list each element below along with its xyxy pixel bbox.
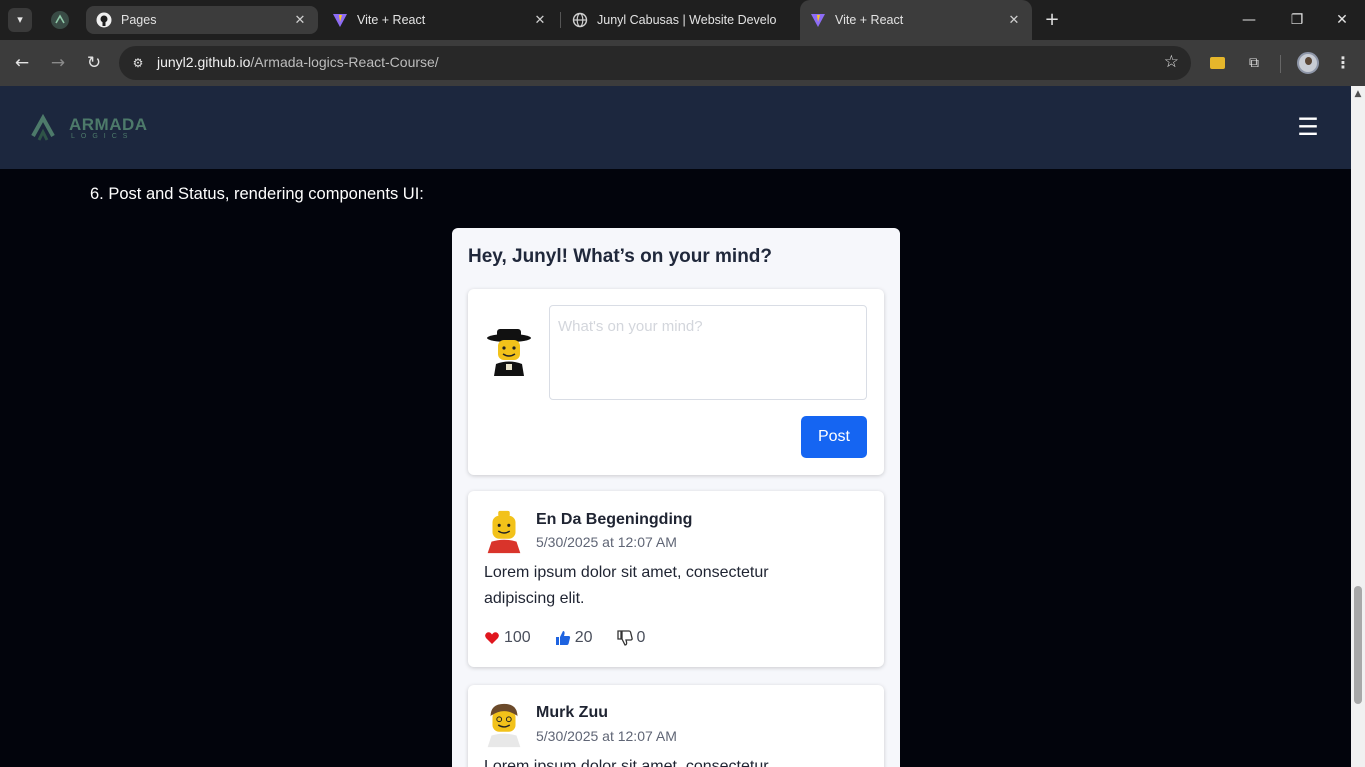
thumbs-down-icon [616, 630, 633, 646]
tab-pages[interactable]: Pages ✕ [86, 6, 318, 34]
hamburger-menu-icon[interactable]: ☰ [1297, 115, 1319, 139]
extension-icon[interactable] [1206, 52, 1228, 74]
tab-group-icon[interactable] [51, 11, 69, 29]
logo-subtext: LOGICS [71, 133, 134, 140]
post-author: Murk Zuu [536, 704, 608, 721]
logo-text: ARMADA [69, 115, 148, 134]
github-icon [96, 12, 112, 28]
composer-greeting: Hey, Junyl! What’s on your mind? [468, 246, 773, 267]
toolbar-separator [1280, 55, 1281, 73]
like-count: 20 [574, 629, 593, 646]
site-info-icon[interactable]: ⚙ [129, 54, 147, 72]
heart-icon [485, 632, 499, 644]
close-icon[interactable]: ✕ [1006, 12, 1022, 28]
scrollbar-thumb[interactable] [1354, 586, 1362, 704]
lego-avatar-hat [487, 329, 531, 376]
thumbs-up-icon [555, 631, 570, 645]
tab-title: Vite + React [835, 13, 904, 27]
close-window-button[interactable]: ✕ [1330, 8, 1354, 32]
armada-logo[interactable]: ARMADA LOGICS [31, 113, 161, 144]
status-panel: Hey, Junyl! What’s on your mind? Post [452, 228, 900, 767]
status-input[interactable] [549, 305, 867, 400]
profile-avatar[interactable] [1297, 52, 1319, 74]
bookmark-star-icon[interactable]: ☆ [1164, 52, 1179, 72]
page-scrollbar[interactable]: ▲ [1351, 86, 1365, 767]
dislike-count: 0 [636, 629, 646, 646]
like-reaction-button[interactable]: 20 [555, 629, 593, 647]
tab-vite-react[interactable]: Vite + React ✕ [322, 6, 558, 34]
logo-mark-icon [31, 113, 55, 141]
post-timestamp: 5/30/2025 at 12:07 AM [536, 728, 677, 744]
dislike-reaction-button[interactable]: 0 [616, 629, 646, 647]
new-tab-button[interactable]: + [1041, 8, 1063, 32]
post-card: Murk Zuu 5/30/2025 at 12:07 AM Lorem ips… [468, 685, 884, 767]
forward-button[interactable]: → [46, 51, 70, 75]
post-body: Lorem ipsum dolor sit amet, consectetur … [484, 564, 769, 607]
vite-icon [333, 14, 347, 27]
address-bar[interactable]: ⚙ junyl2.github.io/Armada-logics-React-C… [119, 46, 1191, 80]
browser-menu-icon[interactable]: ⋮ [1332, 52, 1354, 74]
tab-search-button[interactable]: ▾ [8, 8, 32, 32]
post-author: En Da Begeningding [536, 511, 693, 528]
post-reactions: 100 20 0 [484, 629, 669, 647]
post-body: Lorem ipsum dolor sit amet, consectetur [484, 758, 769, 767]
globe-icon [572, 12, 588, 28]
heart-count: 100 [504, 629, 531, 646]
vite-icon [811, 14, 825, 27]
post-timestamp: 5/30/2025 at 12:07 AM [536, 534, 677, 550]
back-button[interactable]: ← [10, 51, 34, 75]
close-icon[interactable]: ✕ [292, 12, 308, 28]
close-icon[interactable]: ✕ [532, 12, 548, 28]
post-card: En Da Begeningding 5/30/2025 at 12:07 AM… [468, 491, 884, 667]
tab-vite-react-active[interactable]: Vite + React ✕ [800, 0, 1032, 40]
tab-title: Vite + React [357, 13, 426, 27]
minimize-button[interactable]: — [1237, 8, 1261, 32]
restore-button[interactable]: ❐ [1285, 8, 1309, 32]
lego-avatar-hair [487, 703, 521, 748]
heart-reaction-button[interactable]: 100 [484, 629, 531, 647]
site-header: ARMADA LOGICS ☰ [0, 86, 1351, 169]
tab-portfolio[interactable]: Junyl Cabusas | Website Develo [562, 6, 796, 34]
tab-title: Pages [121, 13, 157, 27]
browser-toolbar: ← → ↻ ⚙ junyl2.github.io/Armada-logics-R… [0, 40, 1365, 86]
page-viewport: ARMADA LOGICS ☰ 6. Post and Status, rend… [0, 86, 1351, 767]
scroll-up-arrow-icon[interactable]: ▲ [1351, 89, 1365, 99]
section-title: 6. Post and Status, rendering components… [90, 185, 424, 203]
url-text[interactable]: junyl2.github.io/Armada-logics-React-Cou… [157, 54, 439, 70]
lego-avatar [487, 510, 521, 554]
extensions-puzzle-icon[interactable]: ⧉ [1243, 52, 1265, 74]
reload-button[interactable]: ↻ [82, 51, 106, 75]
post-button[interactable]: Post [801, 416, 867, 458]
browser-tab-bar: ▾ Pages ✕ Vite + React ✕ Junyl Cabusas |… [0, 0, 1365, 40]
composer-card: Post [468, 289, 884, 475]
tab-separator [560, 12, 561, 28]
tab-title: Junyl Cabusas | Website Develo [597, 13, 777, 27]
